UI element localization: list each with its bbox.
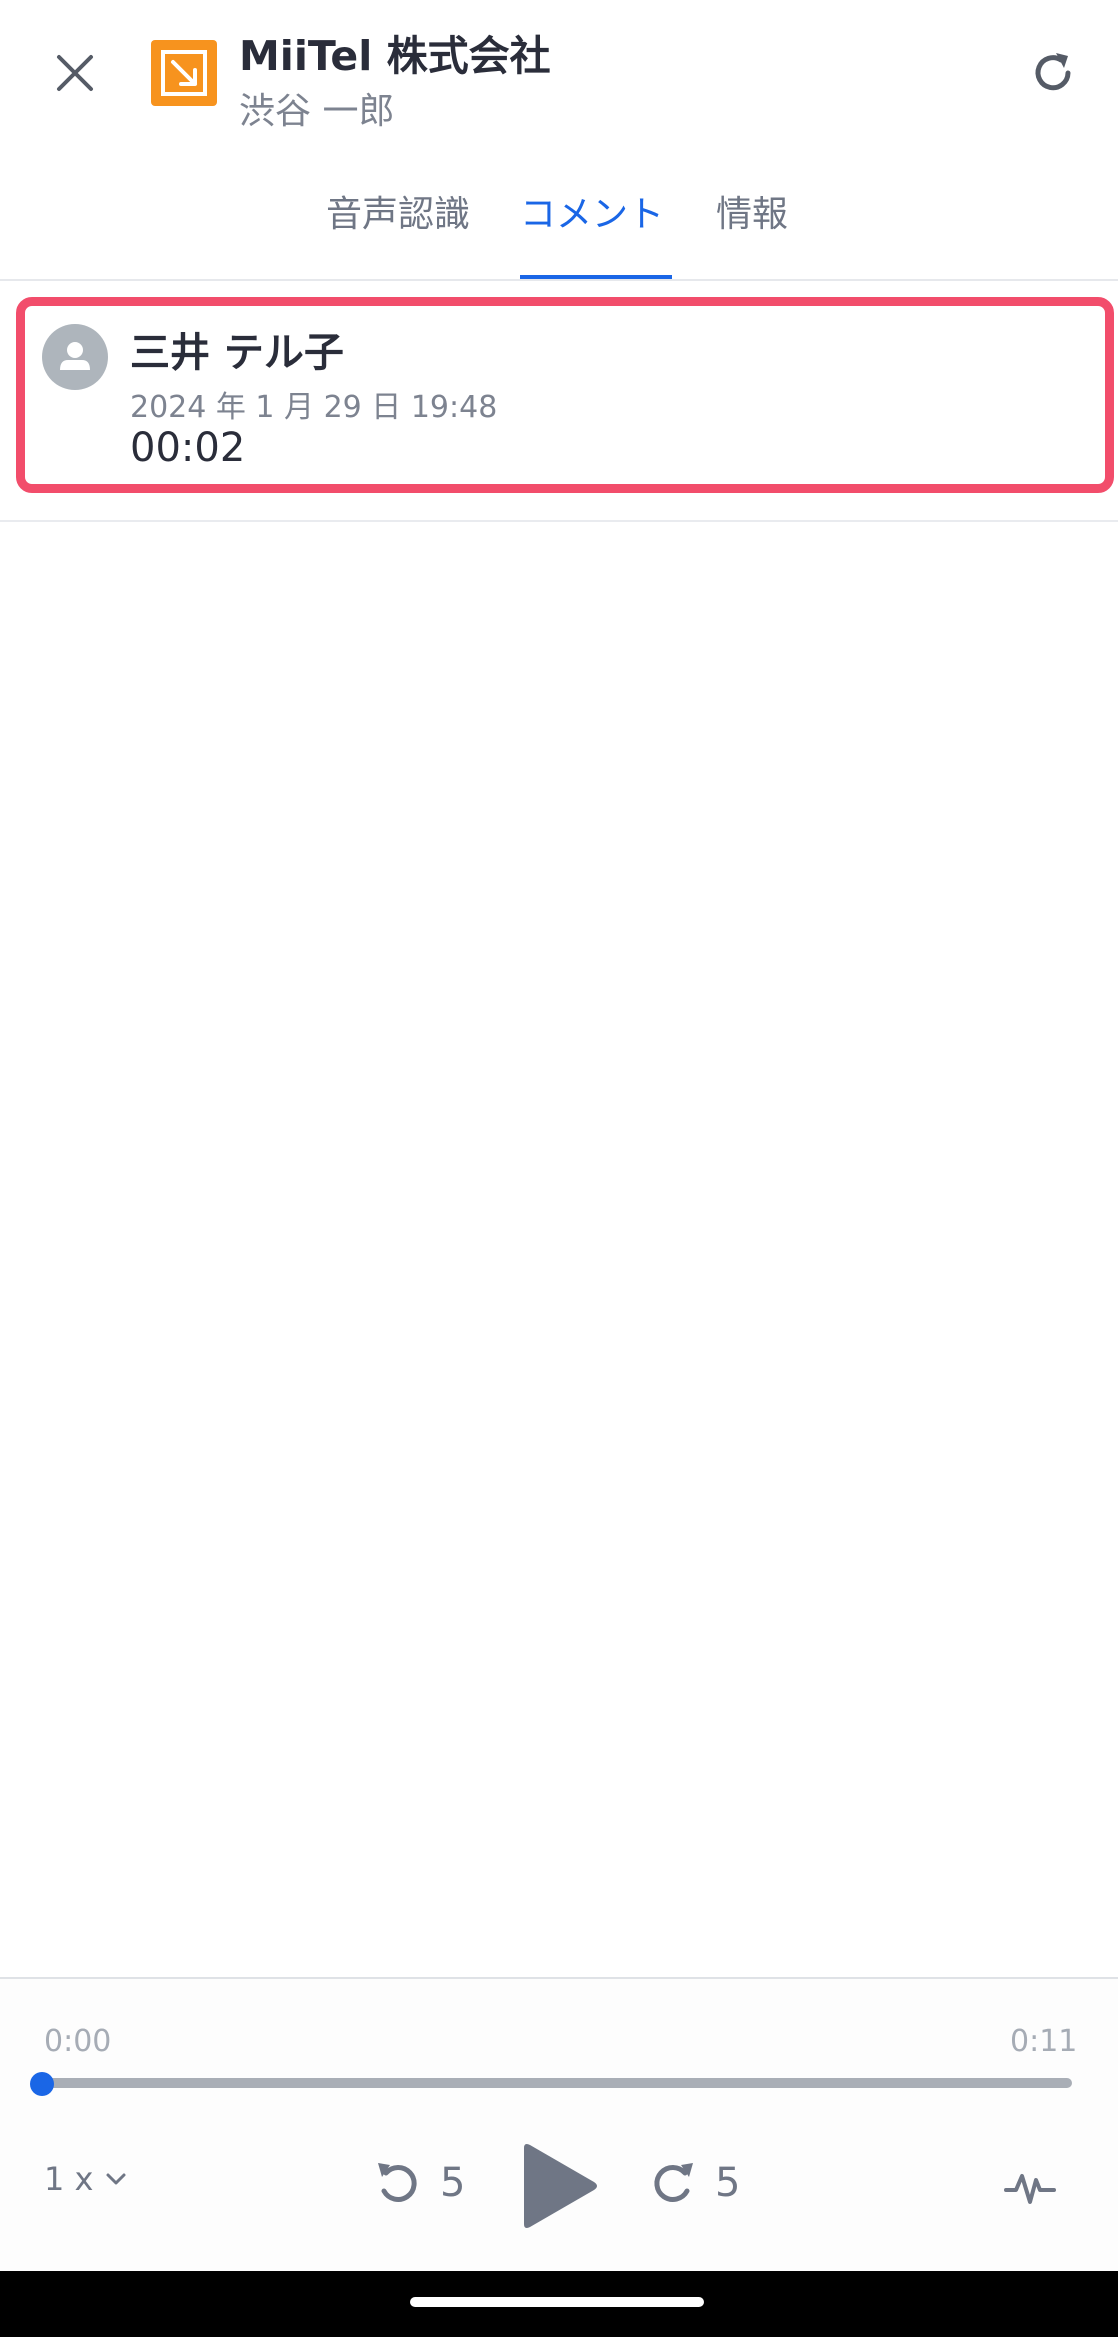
playback-speed-label: 1 x [44, 2160, 94, 2198]
divider [0, 279, 1118, 281]
refresh-icon [1035, 53, 1071, 91]
chevron-down-icon [106, 2173, 126, 2185]
forward-5-button[interactable]: 5 [645, 2155, 740, 2211]
tab-speech-recognition[interactable]: 音声認識 [326, 185, 470, 237]
tab-info[interactable]: 情報 [716, 185, 788, 237]
user-icon [60, 342, 90, 370]
avatar [42, 324, 108, 390]
arrow-down-right-icon [161, 50, 207, 96]
play-icon [524, 2144, 597, 2228]
rewind-5-button[interactable]: 5 [370, 2155, 465, 2211]
page-subtitle: 渋谷 一郎 [239, 91, 395, 132]
forward-seconds: 5 [715, 2160, 741, 2206]
waveform-icon [1004, 2174, 1056, 2204]
refresh-button[interactable] [1018, 38, 1088, 108]
seek-thumb[interactable] [30, 2072, 54, 2096]
rewind-seconds: 5 [440, 2160, 466, 2206]
close-button[interactable] [40, 38, 110, 108]
rewind-icon [378, 2163, 417, 2202]
home-indicator[interactable] [410, 2297, 704, 2307]
current-time: 0:00 [44, 2024, 112, 2059]
close-icon [57, 55, 93, 91]
divider [0, 520, 1118, 522]
seek-bar[interactable] [42, 2078, 1072, 2088]
playback-speed-button[interactable]: 1 x [44, 2160, 129, 2198]
comment-date: 2024 年 1 月 29 日 19:48 [130, 390, 498, 425]
tab-comments[interactable]: コメント [520, 185, 664, 237]
forward-icon [654, 2163, 693, 2202]
total-duration: 0:11 [1010, 2024, 1078, 2059]
waveform-button[interactable] [1004, 2162, 1056, 2214]
page-title: MiiTel 株式会社 [239, 32, 551, 80]
comment-timestamp[interactable]: 00:02 [130, 425, 245, 471]
app-logo [151, 40, 217, 106]
comment-author: 三井 テル子 [130, 330, 344, 376]
play-button[interactable] [516, 2142, 600, 2230]
